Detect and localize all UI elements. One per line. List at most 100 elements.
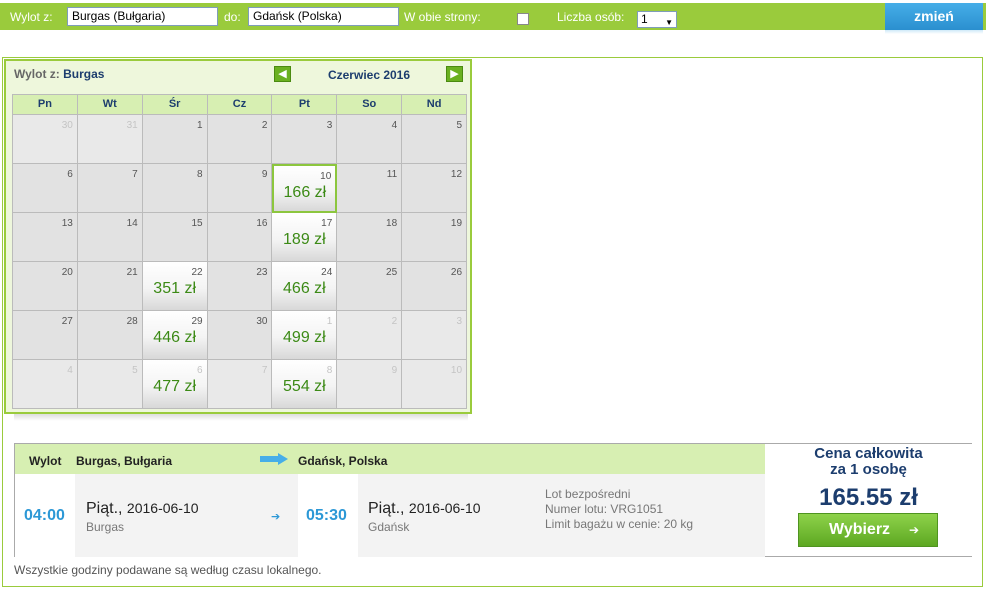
calendar-week-row: 13 14 15 16 17 189 zł 18 19 bbox=[13, 213, 468, 262]
choose-button-label: Wybierz bbox=[829, 521, 891, 538]
price-title-line2: za 1 osobę bbox=[830, 461, 907, 478]
departure-day: Piąt., bbox=[86, 500, 123, 517]
price-title: Cena całkowita za 1 osobę bbox=[765, 446, 972, 478]
calendar-day: 11 bbox=[337, 164, 403, 213]
day-number: 2 bbox=[391, 316, 398, 327]
day-price: 477 zł bbox=[153, 378, 196, 395]
arrival-city: Gdańsk bbox=[368, 520, 410, 534]
calendar-week-row: 6 7 8 9 10 166 zł 11 12 bbox=[13, 164, 468, 213]
calendar-day: 28 bbox=[77, 311, 143, 360]
calendar-day-with-price[interactable]: 6 477 zł bbox=[142, 360, 208, 409]
day-number: 6 bbox=[67, 169, 73, 180]
from-input[interactable]: Burgas (Bułgaria) bbox=[67, 7, 218, 26]
persons-label: Liczba osób: bbox=[557, 10, 625, 24]
change-button-shadow bbox=[885, 30, 983, 34]
calendar-day-with-price[interactable]: 8 554 zł bbox=[272, 360, 338, 409]
flight-header: Wylot Burgas, Bułgaria Gdańsk, Polska bbox=[15, 444, 765, 474]
calendar-day-with-price[interactable]: 1 499 zł bbox=[272, 311, 338, 360]
price-title-line1: Cena całkowita bbox=[814, 445, 923, 462]
persons-select[interactable]: 1 ▼ bbox=[637, 11, 677, 28]
day-number: 20 bbox=[61, 267, 73, 278]
calendar-day: 9 bbox=[337, 360, 403, 409]
day-number: 6 bbox=[197, 365, 203, 376]
calendar-day: 26 bbox=[402, 262, 468, 311]
day-number: 19 bbox=[450, 218, 463, 229]
flight-type: Lot bezpośredni bbox=[545, 487, 631, 501]
departure-date: Piąt., 2016-06-10 bbox=[86, 500, 199, 518]
calendar-day: 5 bbox=[402, 115, 468, 164]
to-input[interactable]: Gdańsk (Polska) bbox=[248, 7, 399, 26]
calendar-day-with-price[interactable]: 10 166 zł bbox=[272, 164, 338, 213]
day-number: 23 bbox=[256, 267, 268, 278]
calendar-day: 1 bbox=[142, 115, 208, 164]
calendar-day: 7 bbox=[207, 360, 273, 409]
departure-time-box: 04:00 bbox=[15, 474, 75, 557]
day-number: 7 bbox=[261, 365, 268, 376]
calendar-day: 6 bbox=[13, 164, 78, 213]
calendar-day: 9 bbox=[207, 164, 273, 213]
calendar-week-row: 27 28 29 446 zł 30 1 499 zł 2 3 bbox=[13, 311, 468, 360]
choose-button[interactable]: Wybierz ➔ bbox=[798, 513, 938, 547]
calendar-day: 15 bbox=[142, 213, 208, 262]
calendar-week-row: 4 5 6 477 zł 7 8 554 zł 9 10 bbox=[13, 360, 468, 409]
flight-details: 04:00 Piąt., 2016-06-10 Burgas ➔ 05:30 P… bbox=[15, 474, 765, 557]
day-number: 11 bbox=[386, 169, 398, 180]
departure-time: 04:00 bbox=[24, 507, 65, 524]
weekday-header: Cz bbox=[207, 95, 273, 115]
calendar-day: 10 bbox=[402, 360, 468, 409]
day-number: 22 bbox=[191, 267, 203, 278]
day-price: 499 zł bbox=[283, 329, 326, 346]
day-price: 554 zł bbox=[283, 378, 326, 395]
day-number: 14 bbox=[126, 218, 138, 229]
persons-select-value: 1 bbox=[641, 12, 648, 26]
calendar-day: 12 bbox=[402, 164, 468, 213]
calendar-day-with-price[interactable]: 29 446 zł bbox=[142, 311, 208, 360]
weekday-header: Wt bbox=[77, 95, 143, 115]
calendar-shadow bbox=[14, 414, 468, 421]
day-number: 24 bbox=[321, 267, 333, 278]
day-price: 166 zł bbox=[283, 184, 327, 201]
calendar-day: 2 bbox=[337, 311, 403, 360]
calendar-day: 4 bbox=[13, 360, 78, 409]
calendar-day: 23 bbox=[207, 262, 273, 311]
calendar-day: 3 bbox=[402, 311, 468, 360]
day-number: 1 bbox=[326, 316, 333, 327]
arrival-date-value: 2016-06-10 bbox=[408, 500, 481, 516]
day-number: 8 bbox=[197, 169, 203, 180]
calendar-day: 21 bbox=[77, 262, 143, 311]
calendar-origin-city: Burgas bbox=[63, 67, 105, 81]
roundtrip-checkbox[interactable] bbox=[517, 13, 529, 25]
calendar-origin: Wylot z: Burgas bbox=[14, 67, 104, 81]
day-number: 16 bbox=[256, 218, 268, 229]
calendar-day: 5 bbox=[77, 360, 143, 409]
arrow-right-icon: ▶ bbox=[450, 68, 459, 80]
departure-date-value: 2016-06-10 bbox=[126, 500, 199, 516]
calendar-day: 8 bbox=[142, 164, 208, 213]
next-month-button[interactable]: ▶ bbox=[446, 66, 463, 82]
calendar-day-with-price[interactable]: 24 466 zł bbox=[272, 262, 338, 311]
baggage-limit: Limit bagażu w cenie: 20 kg bbox=[545, 517, 694, 531]
flight-header-label: Wylot bbox=[29, 454, 62, 468]
change-button[interactable]: zmień bbox=[885, 3, 983, 30]
flight-destination: Gdańsk, Polska bbox=[298, 454, 388, 468]
day-number: 29 bbox=[191, 316, 203, 327]
day-number: 28 bbox=[126, 316, 138, 327]
calendar-day: 30 bbox=[13, 115, 78, 164]
calendar-day: 13 bbox=[13, 213, 78, 262]
calendar-week-row: 30 31 1 2 3 4 5 bbox=[13, 115, 468, 164]
day-number: 4 bbox=[67, 365, 73, 376]
day-number: 27 bbox=[61, 316, 73, 327]
calendar-day-with-price[interactable]: 22 351 zł bbox=[142, 262, 208, 311]
arrival-time: 05:30 bbox=[306, 507, 347, 524]
chevron-down-icon: ▼ bbox=[665, 18, 673, 27]
day-number: 5 bbox=[132, 365, 138, 376]
calendar-grid: Pn Wt Śr Cz Pt So Nd 30 31 1 2 3 4 5 6 7 8 9 10 166 zł 11 12 1… bbox=[12, 94, 468, 409]
day-number: 31 bbox=[126, 120, 138, 131]
calendar-origin-label: Wylot z: bbox=[14, 67, 60, 81]
prev-month-button[interactable]: ◀ bbox=[274, 66, 291, 82]
price-box: Cena całkowita za 1 osobę 165.55 zł Wybi… bbox=[765, 444, 972, 556]
day-number: 9 bbox=[391, 365, 398, 376]
calendar-month-title: Czerwiec 2016 bbox=[327, 68, 411, 82]
calendar-day-with-price[interactable]: 17 189 zł bbox=[272, 213, 338, 262]
from-label: Wylot z: bbox=[10, 10, 53, 24]
